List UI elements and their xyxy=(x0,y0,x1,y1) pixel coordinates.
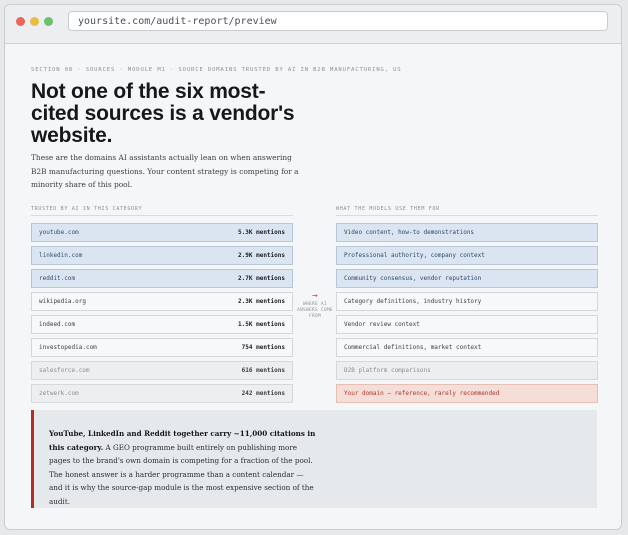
source-row-wikipedia: wikipedia.org 2.3K mentions xyxy=(31,292,293,311)
insight-callout: YouTube, LinkedIn and Reddit together ca… xyxy=(31,410,597,508)
source-row-linkedin: linkedin.com 2.9K mentions xyxy=(31,246,293,265)
source-row-indeed: indeed.com 1.5K mentions xyxy=(31,315,293,334)
source-use: Commercial definitions, market context xyxy=(336,338,598,357)
source-domain: salesforce.com xyxy=(39,367,90,374)
mention-count: 754 mentions xyxy=(241,344,285,351)
mention-count: 616 mentions xyxy=(241,367,285,374)
connector-label: WHERE AI ANSWERS COME FROM xyxy=(297,302,333,319)
left-column-header: TRUSTED BY AI IN THIS CATEGORY xyxy=(31,206,143,212)
page-title: Not one of the six most-cited sources is… xyxy=(31,80,295,147)
source-use: Professional authority, company context xyxy=(336,246,598,265)
mention-count: 1.5K mentions xyxy=(238,321,285,328)
mention-count: 2.7K mentions xyxy=(238,275,285,282)
source-row-salesforce: salesforce.com 616 mentions xyxy=(31,361,293,380)
source-use: Community consensus, vendor reputation xyxy=(336,269,598,288)
address-bar[interactable]: yoursite.com/audit-report/preview xyxy=(68,11,608,31)
arrow-right-icon: → xyxy=(312,291,318,301)
mention-count: 2.3K mentions xyxy=(238,298,285,305)
source-domain: indeed.com xyxy=(39,321,76,328)
source-row-youtube: youtube.com 5.3K mentions xyxy=(31,223,293,242)
section-eyebrow: SECTION 08 · SOURCES · MODULE M1 · SOURC… xyxy=(31,67,402,73)
browser-window: yoursite.com/audit-report/preview SECTIO… xyxy=(4,4,622,530)
source-domain: youtube.com xyxy=(39,229,79,236)
source-domain: wikipedia.org xyxy=(39,298,86,305)
source-use-own-domain: Your domain — reference, rarely recommen… xyxy=(336,384,598,403)
callout-body: A GEO programme built entirely on publis… xyxy=(49,442,314,506)
source-row-investopedia: investopedia.com 754 mentions xyxy=(31,338,293,357)
right-divider xyxy=(336,215,598,216)
mention-count: 5.3K mentions xyxy=(238,229,285,236)
source-use: B2B platform comparisons xyxy=(336,361,598,380)
source-row-reddit: reddit.com 2.7K mentions xyxy=(31,269,293,288)
source-use: Category definitions, industry history xyxy=(336,292,598,311)
intro-paragraph: These are the domains AI assistants actu… xyxy=(31,153,299,190)
source-row-zetwerk: zetwerk.com 242 mentions xyxy=(31,384,293,403)
mention-count: 2.9K mentions xyxy=(238,252,285,259)
source-domain: investopedia.com xyxy=(39,344,97,351)
maximize-window-button[interactable] xyxy=(44,17,53,26)
close-window-button[interactable] xyxy=(16,17,25,26)
left-divider xyxy=(31,215,293,216)
minimize-window-button[interactable] xyxy=(30,17,39,26)
source-domain: linkedin.com xyxy=(39,252,83,259)
source-use: Video content, how-to demonstrations xyxy=(336,223,598,242)
source-use: Vendor review context xyxy=(336,315,598,334)
right-column-header: WHAT THE MODELS USE THEM FOR xyxy=(336,206,440,212)
source-domain: zetwerk.com xyxy=(39,390,79,397)
mapping-connector: → WHERE AI ANSWERS COME FROM xyxy=(295,292,335,320)
mention-count: 242 mentions xyxy=(241,390,285,397)
browser-toolbar: yoursite.com/audit-report/preview xyxy=(5,5,621,44)
source-domain: reddit.com xyxy=(39,275,76,282)
